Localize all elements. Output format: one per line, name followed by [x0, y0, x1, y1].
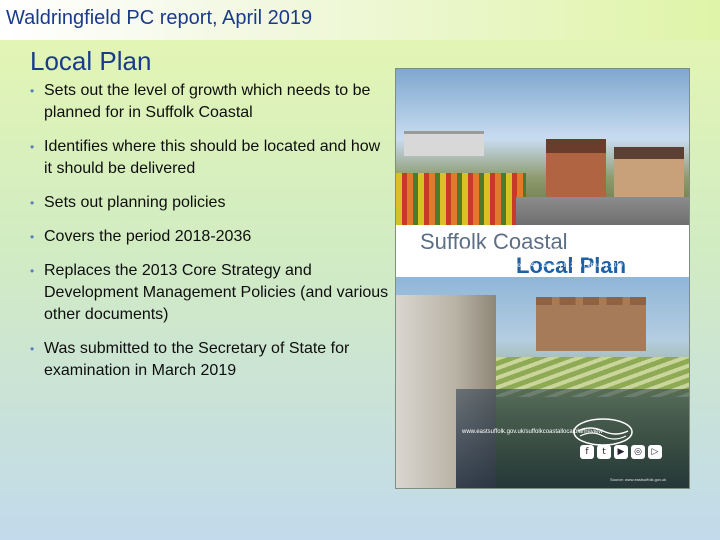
bullet-item: • Covers the period 2018-2036 — [30, 226, 392, 248]
website-url: www.eastsuffolk.gov.uk/suffolkcoastalloc… — [462, 429, 603, 435]
bullet-text: Sets out the level of growth which needs… — [44, 82, 371, 121]
bullet-icon: • — [30, 196, 35, 210]
play-icon: ▷ — [648, 445, 662, 459]
youtube-icon: ▶ — [614, 445, 628, 459]
brick-house — [546, 139, 606, 199]
header-bar: Waldringfield PC report, April 2019 — [0, 0, 720, 40]
facebook-icon: f — [580, 445, 594, 459]
local-plan-cover-image: Suffolk Coastal Local Plan Final Draft P… — [395, 68, 690, 489]
twitter-icon: t — [597, 445, 611, 459]
pier-building — [404, 131, 484, 156]
bullet-text: Sets out planning policies — [44, 194, 226, 211]
representations-period: Representations period: 14th January to … — [462, 263, 623, 269]
bullet-text: Was submitted to the Secretary of State … — [44, 340, 350, 379]
bullet-item: • Identifies where this should be located… — [30, 136, 392, 180]
instagram-icon: ◎ — [631, 445, 645, 459]
bullet-icon: • — [30, 140, 35, 154]
bullet-text: Covers the period 2018-2036 — [44, 228, 252, 245]
cover-photo-collage — [396, 69, 689, 225]
flower-bed — [396, 173, 526, 225]
bullet-icon: • — [30, 84, 35, 98]
slide-title: Local Plan — [30, 46, 152, 76]
bullet-icon: • — [30, 230, 35, 244]
bullet-icon: • — [30, 264, 35, 278]
bullet-text: Identifies where this should be located … — [44, 138, 381, 177]
report-title: Waldringfield PC report, April 2019 — [6, 7, 313, 29]
social-icons: f t ▶ ◎ ▷ — [580, 445, 662, 459]
bullet-icon: • — [30, 342, 35, 356]
bullet-item: • Replaces the 2013 Core Strategy and Dev… — [30, 260, 392, 326]
housing-development — [614, 147, 684, 199]
road — [516, 197, 689, 225]
bullet-item: • Sets out planning policies — [30, 192, 392, 214]
bullet-item: • Was submitted to the Secretary of State… — [30, 338, 392, 382]
bullet-item: • Sets out the level of growth which need… — [30, 80, 392, 124]
final-draft-label: Final Draft Plan | January 2019 — [462, 247, 622, 259]
bullet-list: • Sets out the level of growth which need… — [30, 80, 392, 394]
bullet-text: Replaces the 2013 Core Strategy and Deve… — [44, 262, 389, 323]
image-source: Source: www.eastsuffolk.gov.uk — [610, 477, 667, 482]
castle — [536, 297, 646, 351]
